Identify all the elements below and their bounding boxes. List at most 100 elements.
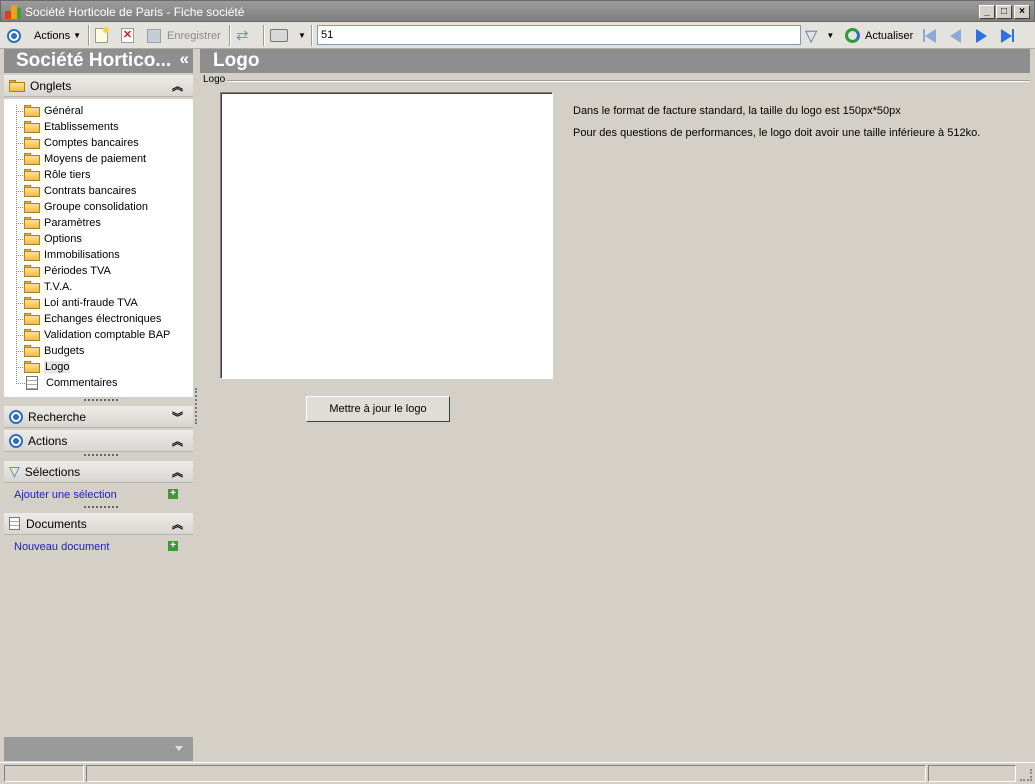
refresh-button[interactable]: Actualiser bbox=[845, 26, 913, 45]
last-record-icon bbox=[1001, 28, 1014, 43]
chevron-down-icon[interactable]: ︾ bbox=[172, 409, 183, 425]
chevron-up-icon[interactable]: ︽ bbox=[172, 516, 183, 532]
chevron-up-icon[interactable]: ︽ bbox=[172, 78, 183, 94]
tabs-tree: Général Etablissements Comptes bancaires Mo… bbox=[4, 99, 193, 397]
resize-grip[interactable] bbox=[84, 399, 118, 402]
tree-item-label: Echanges électroniques bbox=[44, 313, 162, 325]
documents-label: Documents bbox=[26, 516, 87, 531]
add-icon[interactable]: + bbox=[168, 541, 178, 551]
tree-item[interactable]: Immobilisations bbox=[16, 247, 120, 263]
new-document-link[interactable]: Nouveau document bbox=[14, 541, 109, 553]
tree-item[interactable]: Rôle tiers bbox=[16, 167, 91, 183]
new-document-button[interactable] bbox=[95, 26, 109, 45]
left-panel: Société Hortico... « Onglets ︽ Général Et… bbox=[4, 49, 193, 762]
tree-item[interactable]: Moyens de paiement bbox=[16, 151, 146, 167]
title-bar: Société Horticole de Paris - Fiche socié… bbox=[0, 0, 1035, 22]
chevron-up-icon[interactable]: ︽ bbox=[172, 433, 183, 449]
actions-circle-icon[interactable] bbox=[7, 26, 21, 45]
resize-grip-icon[interactable] bbox=[1020, 769, 1032, 781]
add-selection-link[interactable]: Ajouter une sélection bbox=[14, 489, 117, 501]
group-divider bbox=[226, 80, 1030, 82]
tree-item[interactable]: Paramètres bbox=[16, 215, 101, 231]
window-title: Société Horticole de Paris - Fiche socié… bbox=[25, 5, 245, 19]
document-icon bbox=[26, 376, 38, 390]
previous-record-button[interactable] bbox=[950, 26, 961, 45]
logo-image-area[interactable] bbox=[220, 92, 553, 379]
selections-section-header[interactable]: ▽ Sélections ︽ bbox=[4, 461, 193, 483]
tree-item-label: Contrats bancaires bbox=[44, 185, 137, 197]
tree-item-label: Etablissements bbox=[44, 121, 119, 133]
recherche-label: Recherche bbox=[28, 409, 87, 424]
documents-section-header[interactable]: Documents ︽ bbox=[4, 513, 193, 535]
recherche-section-header[interactable]: Recherche ︾ bbox=[4, 406, 193, 428]
tree-item-label: Paramètres bbox=[44, 217, 101, 229]
tree-item[interactable]: Logo bbox=[16, 359, 71, 375]
add-icon[interactable]: + bbox=[168, 489, 178, 499]
next-record-icon bbox=[976, 28, 987, 43]
dropdown-arrow-icon: ▼ bbox=[73, 31, 81, 40]
search-input[interactable] bbox=[317, 25, 801, 45]
actions-menu-button[interactable]: Actions ▼ bbox=[34, 26, 81, 45]
sync-button[interactable]: ⇄ bbox=[236, 26, 254, 45]
tree-item-label: Validation comptable BAP bbox=[44, 329, 171, 341]
tree-item[interactable]: T.V.A. bbox=[16, 279, 72, 295]
folder-icon bbox=[9, 79, 25, 92]
folder-icon bbox=[24, 105, 40, 117]
tree-item[interactable]: Groupe consolidation bbox=[16, 199, 148, 215]
tree-item[interactable]: Options bbox=[16, 231, 82, 247]
tree-item[interactable]: Périodes TVA bbox=[16, 263, 111, 279]
delete-button[interactable]: ✕ bbox=[121, 26, 134, 45]
panel-splitter[interactable] bbox=[195, 388, 197, 424]
tree-item[interactable]: Budgets bbox=[16, 343, 84, 359]
selections-label: Sélections bbox=[24, 464, 81, 479]
tree-item-label: Commentaires bbox=[46, 377, 118, 389]
tree-item-label: Logo bbox=[44, 361, 71, 373]
minimize-button[interactable]: _ bbox=[979, 5, 995, 19]
tree-line bbox=[16, 105, 17, 384]
tree-item[interactable]: Echanges électroniques bbox=[16, 311, 162, 327]
open-folder-icon bbox=[24, 361, 40, 373]
tree-item-label: Options bbox=[44, 233, 82, 245]
new-document-row: Nouveau document + bbox=[4, 536, 193, 558]
next-record-button[interactable] bbox=[976, 26, 987, 45]
maximize-button[interactable]: □ bbox=[996, 5, 1012, 19]
last-record-button[interactable] bbox=[1001, 26, 1014, 45]
filter-icon: ▽ bbox=[9, 463, 20, 479]
recherche-circle-icon bbox=[9, 409, 23, 424]
logo-size-info: Dans le format de facture standard, la t… bbox=[573, 105, 901, 117]
first-record-button[interactable] bbox=[923, 26, 936, 45]
update-logo-button[interactable]: Mettre à jour le logo bbox=[306, 396, 450, 422]
toolbar: Actions ▼ ✕ Enregistrer ⇄ ▼ ▽ ▼ Actualis… bbox=[0, 22, 1035, 49]
filter-button[interactable]: ▽ ▼ bbox=[805, 26, 834, 45]
tree-item-label: Rôle tiers bbox=[44, 169, 91, 181]
onglets-section-header[interactable]: Onglets ︽ bbox=[4, 75, 193, 97]
actions-circle-icon bbox=[9, 433, 23, 448]
tree-item[interactable]: Commentaires bbox=[16, 375, 118, 391]
close-button[interactable]: × bbox=[1014, 5, 1030, 19]
tree-item[interactable]: Validation comptable BAP bbox=[16, 327, 171, 343]
page-title: Logo bbox=[200, 49, 1030, 73]
print-button[interactable]: ▼ bbox=[270, 26, 306, 45]
tree-item-label: Comptes bancaires bbox=[44, 137, 139, 149]
left-panel-title: Société Hortico... bbox=[16, 50, 172, 71]
folder-icon bbox=[24, 169, 40, 181]
tree-item[interactable]: Contrats bancaires bbox=[16, 183, 137, 199]
dropdown-arrow-icon[interactable]: ▼ bbox=[298, 31, 306, 40]
resize-grip[interactable] bbox=[84, 454, 118, 457]
save-button[interactable]: Enregistrer bbox=[147, 26, 221, 45]
chevron-up-icon[interactable]: ︽ bbox=[172, 464, 183, 480]
resize-grip[interactable] bbox=[84, 506, 118, 509]
tree-item[interactable]: Loi anti-fraude TVA bbox=[16, 295, 138, 311]
filter-icon: ▽ bbox=[805, 27, 818, 45]
actions-section-header[interactable]: Actions ︽ bbox=[4, 430, 193, 452]
dropdown-arrow-icon: ▼ bbox=[826, 31, 835, 40]
folder-icon bbox=[24, 137, 40, 149]
collapse-panel-icon[interactable]: « bbox=[180, 49, 189, 69]
chevron-down-icon[interactable] bbox=[175, 746, 183, 751]
tree-item[interactable]: Etablissements bbox=[16, 119, 119, 135]
folder-icon bbox=[24, 121, 40, 133]
tree-connector bbox=[16, 383, 25, 384]
tree-item[interactable]: Général bbox=[16, 103, 83, 119]
tree-item[interactable]: Comptes bancaires bbox=[16, 135, 139, 151]
toolbar-separator bbox=[88, 25, 90, 46]
